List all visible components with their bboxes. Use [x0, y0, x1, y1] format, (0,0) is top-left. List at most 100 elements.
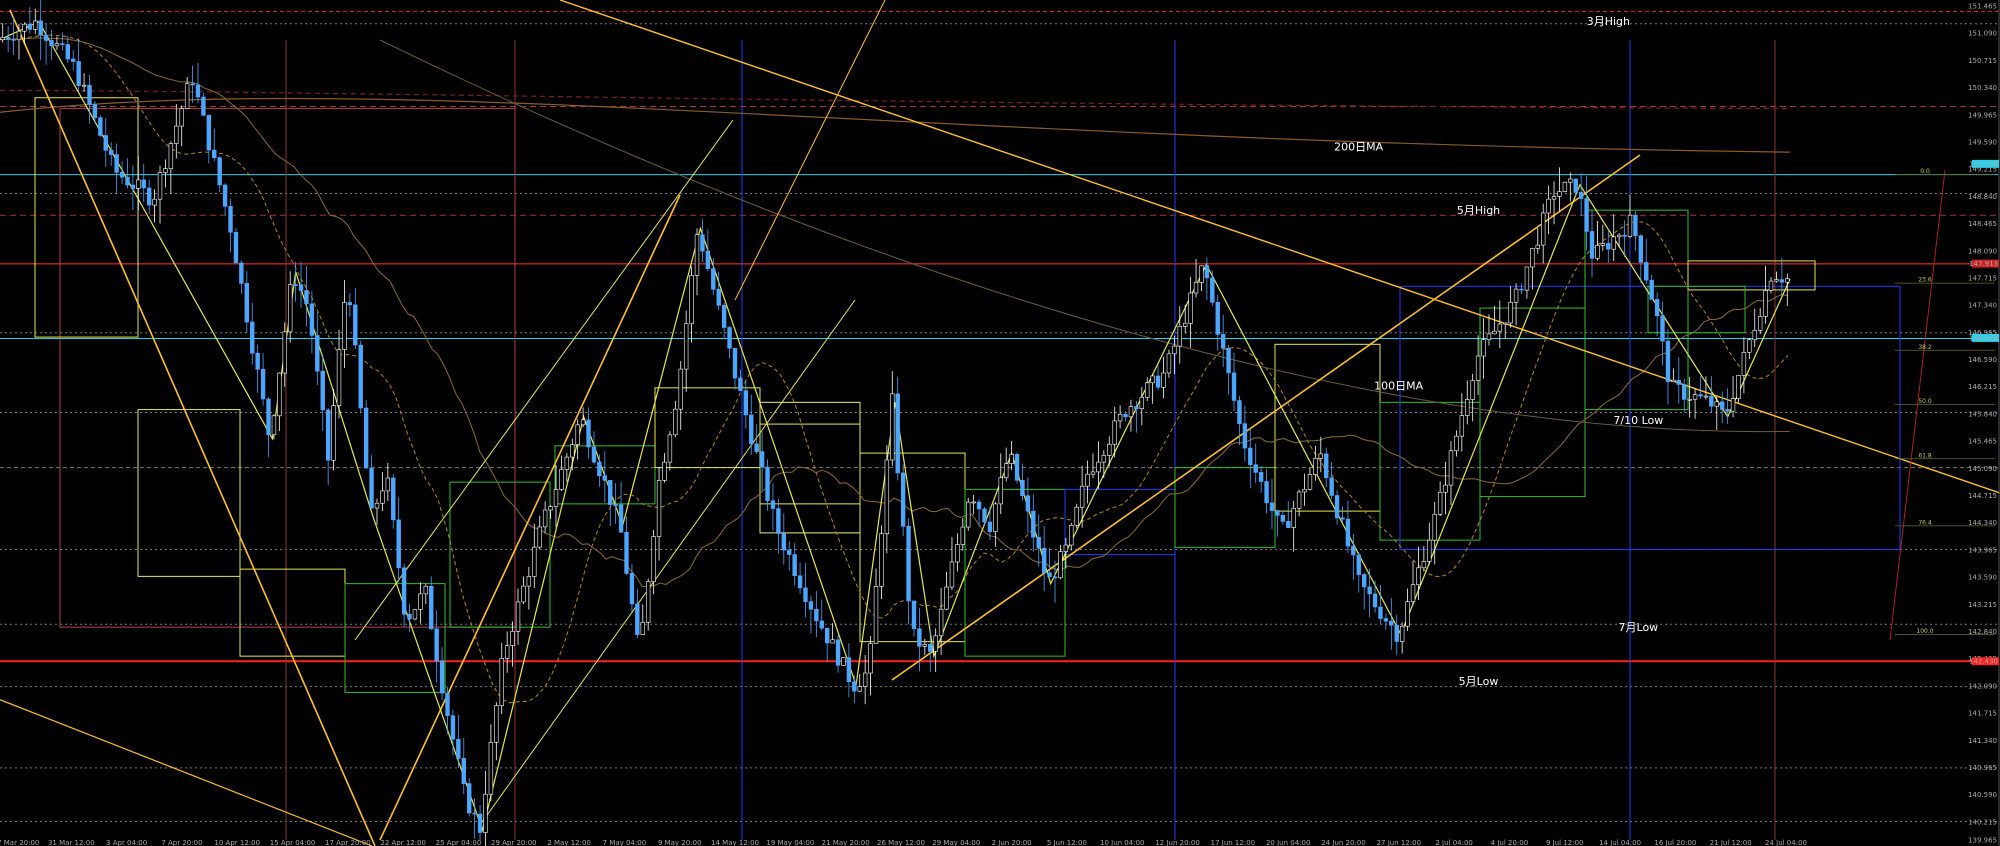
candle-body	[494, 705, 499, 743]
candle-body	[814, 609, 819, 622]
candle-body	[1264, 481, 1269, 504]
candle-body	[1166, 353, 1172, 374]
candle-body	[1329, 477, 1334, 496]
candle-body	[1286, 521, 1291, 528]
candle-body	[694, 234, 700, 276]
candle-body	[1351, 545, 1356, 556]
price-tick-label: 141.715	[1968, 710, 1997, 718]
candle-body	[1399, 625, 1405, 642]
candle-body	[738, 377, 743, 391]
level-annotation: 7/10 Low	[1613, 414, 1663, 427]
chart-background	[0, 0, 2000, 846]
candle-body	[1199, 265, 1204, 283]
candle-body	[613, 504, 618, 506]
candle-body	[1313, 458, 1318, 475]
candle-body	[1324, 453, 1329, 478]
candle-body	[797, 575, 803, 589]
price-tick-label: 145.465	[1968, 438, 1997, 446]
level-annotation: 7月Low	[1619, 621, 1659, 634]
candle-body	[976, 501, 982, 510]
candle-body	[1296, 491, 1302, 509]
price-tick-label: 145.840	[1968, 410, 1997, 418]
candle-body	[1079, 485, 1085, 508]
candle-body	[434, 628, 439, 662]
candle-body	[787, 549, 792, 555]
candle-body	[1345, 518, 1351, 547]
candle-body	[255, 352, 260, 370]
candle-body	[1058, 551, 1063, 579]
candle-body	[1134, 406, 1139, 409]
candle-body	[1410, 584, 1416, 602]
candle-body	[1671, 379, 1676, 382]
candle-body	[472, 812, 477, 815]
candle-body	[846, 657, 852, 683]
candle-body	[1193, 282, 1199, 294]
time-tick-label: 7 May 04:00	[603, 839, 647, 846]
price-tick-label: 146.590	[1968, 356, 1997, 364]
candle-body	[580, 419, 586, 426]
candle-body	[1774, 279, 1779, 282]
candle-body	[1470, 380, 1475, 400]
candle-body	[1660, 315, 1665, 342]
candle-body	[1606, 243, 1611, 250]
candle-body	[212, 149, 217, 158]
candle-body	[662, 461, 667, 481]
candle-body	[1638, 235, 1644, 263]
candle-body	[917, 628, 922, 647]
candle-body	[1465, 399, 1470, 416]
candle-body	[141, 179, 146, 189]
candle-body	[700, 234, 705, 252]
candle-body	[1318, 453, 1324, 459]
candle-body	[1177, 326, 1182, 347]
candle-body	[271, 415, 277, 436]
candle-body	[1394, 624, 1399, 642]
time-tick-label: 29 May 04:00	[932, 839, 980, 846]
candle-body	[879, 533, 884, 587]
candle-body	[1421, 561, 1427, 569]
candle-body	[217, 157, 222, 186]
candle-body	[857, 686, 862, 692]
candle-body	[900, 472, 906, 527]
time-tick-label: 2 May 12:00	[547, 839, 591, 846]
candle-body	[1747, 339, 1752, 353]
candle-body	[325, 409, 331, 461]
candle-body	[1714, 401, 1719, 407]
candle-body	[515, 601, 521, 632]
candle-body	[1557, 191, 1562, 197]
candle-body	[54, 43, 60, 47]
candle-body	[559, 469, 564, 490]
candle-body	[1291, 507, 1296, 528]
candle-body	[168, 143, 174, 169]
candle-body	[732, 347, 738, 379]
candle-body	[401, 567, 407, 615]
candle-body	[716, 288, 721, 306]
candle-body	[1145, 382, 1150, 398]
candle-body	[640, 621, 645, 635]
candle-body	[1204, 265, 1210, 279]
candle-body	[136, 179, 141, 189]
candle-body	[645, 581, 651, 623]
candle-body	[727, 327, 732, 349]
candle-body	[1069, 524, 1074, 546]
fib-level-label: 50.0	[1918, 398, 1932, 405]
chart: 0.0 23.6 38.2 50.0 61.8 76.4 100.0 3月High 200日M…	[0, 0, 2000, 846]
candle-body	[1573, 178, 1578, 193]
candle-body	[1535, 244, 1540, 249]
candle-body	[1367, 586, 1372, 595]
candle-body	[488, 742, 494, 795]
candle-body	[618, 504, 624, 533]
candle-body	[1454, 435, 1459, 452]
time-tick-label: 17 Apr 20:00	[325, 839, 371, 846]
candle-body	[1633, 214, 1638, 237]
candle-body	[754, 443, 759, 452]
level-annotation: 100日MA	[1374, 379, 1423, 392]
candle-body	[157, 172, 163, 200]
candle-body	[98, 117, 103, 136]
level-annotation: 200日MA	[1334, 141, 1383, 154]
candle-body	[521, 585, 526, 603]
candle-body	[76, 61, 81, 86]
candle-body	[380, 490, 385, 504]
candle-body	[624, 531, 629, 574]
candle-body	[1763, 290, 1768, 317]
candle-body	[1389, 620, 1394, 626]
